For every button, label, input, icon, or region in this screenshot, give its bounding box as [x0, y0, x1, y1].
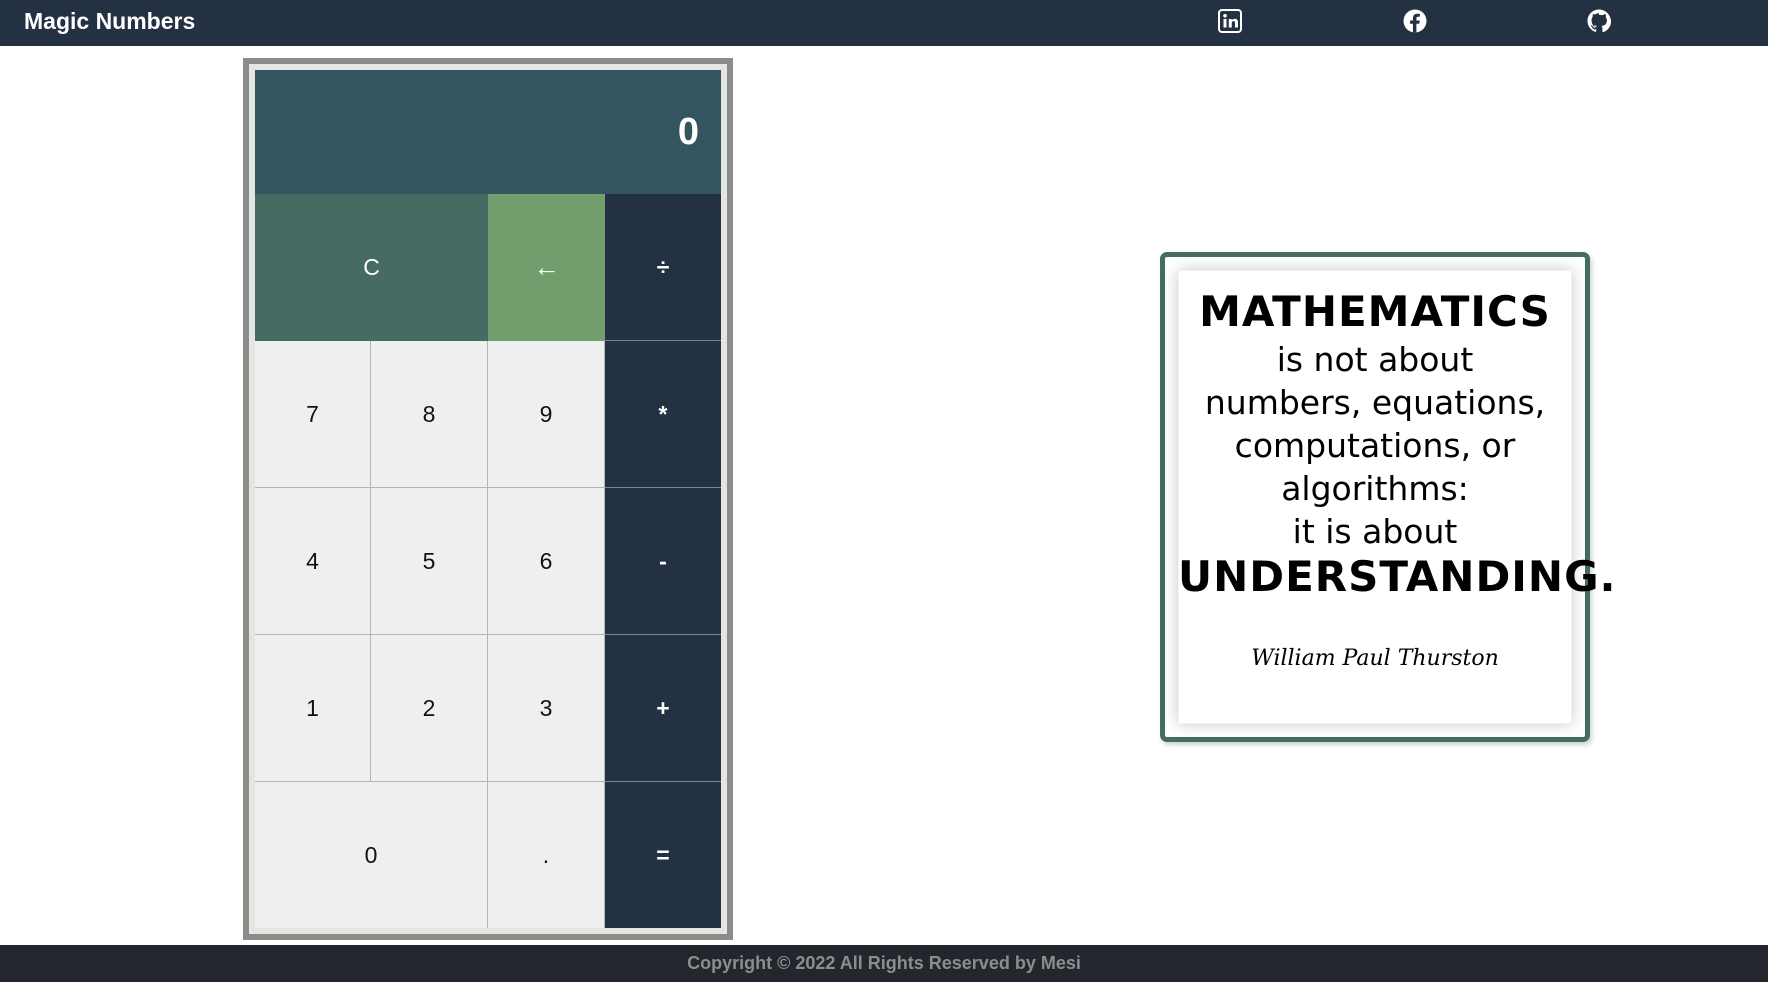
quote-line-understanding: UNDERSTANDING. [1178, 552, 1617, 601]
divide-button[interactable]: ÷ [605, 194, 721, 341]
add-button[interactable]: + [605, 635, 721, 782]
subtract-button[interactable]: - [605, 488, 721, 635]
quote-line-mathematics: MATHEMATICS [1199, 287, 1551, 336]
top-navbar: Magic Numbers [0, 0, 1768, 46]
quote-line-5: algorithms: [1281, 469, 1469, 508]
footer-copyright: Copyright © 2022 All Rights Reserved by … [687, 953, 1081, 973]
digit-2-button[interactable]: 2 [371, 635, 488, 782]
digit-3-button[interactable]: 3 [488, 635, 605, 782]
brand-link[interactable]: Magic Numbers [24, 0, 195, 42]
facebook-icon [1403, 9, 1427, 33]
digit-9-button[interactable]: 9 [488, 341, 605, 488]
linkedin-icon [1218, 9, 1242, 33]
digit-4-button[interactable]: 4 [255, 488, 371, 635]
quote-author: William Paul Thurston [1251, 646, 1499, 671]
quote-line-2: is not about [1276, 340, 1474, 379]
linkedin-link[interactable] [1218, 9, 1242, 33]
github-icon [1587, 9, 1611, 33]
digit-1-button[interactable]: 1 [255, 635, 371, 782]
digit-0-button[interactable]: 0 [255, 782, 488, 928]
digit-5-button[interactable]: 5 [371, 488, 488, 635]
decimal-button[interactable]: . [488, 782, 605, 928]
calculator: 0 C ← ÷ 7 8 9 * 4 5 6 - 1 2 3 + 0 . = [255, 70, 721, 928]
digit-6-button[interactable]: 6 [488, 488, 605, 635]
multiply-button[interactable]: * [605, 341, 721, 488]
github-link[interactable] [1587, 9, 1611, 33]
quote-line-4: computations, or [1234, 426, 1516, 465]
footer: Copyright © 2022 All Rights Reserved by … [0, 945, 1768, 982]
quote-line-3: numbers, equations, [1204, 383, 1546, 422]
calculator-display: 0 [255, 70, 721, 194]
backspace-button[interactable]: ← [488, 194, 605, 341]
equals-button[interactable]: = [605, 782, 721, 928]
quote-line-6: it is about [1292, 512, 1458, 551]
digit-8-button[interactable]: 8 [371, 341, 488, 488]
facebook-link[interactable] [1403, 9, 1427, 33]
digit-7-button[interactable]: 7 [255, 341, 371, 488]
clear-button[interactable]: C [255, 194, 488, 341]
